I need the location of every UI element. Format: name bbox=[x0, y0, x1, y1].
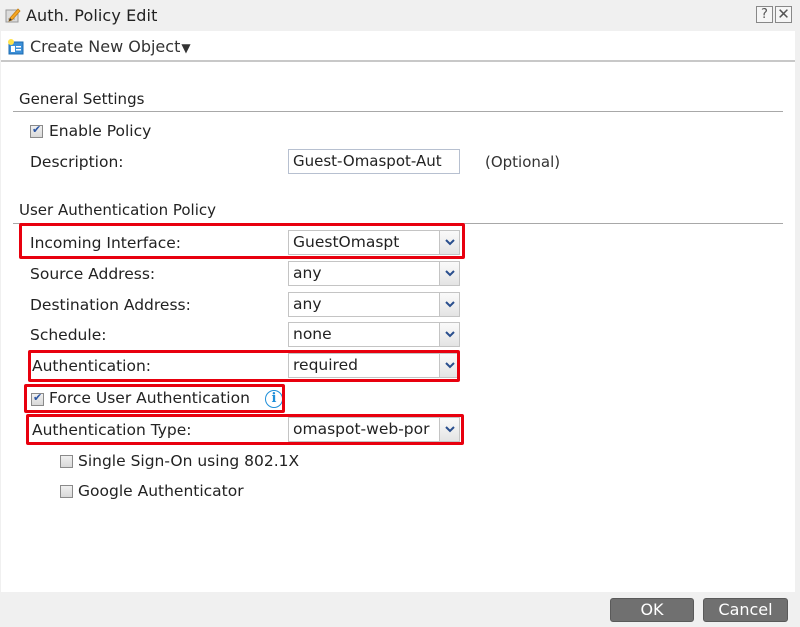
description-label: Description: bbox=[30, 153, 124, 171]
new-object-icon bbox=[7, 38, 24, 55]
incoming-interface-value: GuestOmaspt bbox=[293, 233, 400, 251]
title-bar: Auth. Policy Edit ? ✕ bbox=[0, 0, 800, 31]
create-new-object-menu[interactable]: Create New Object▼ bbox=[30, 37, 191, 56]
section-divider bbox=[13, 111, 783, 112]
source-address-label: Source Address: bbox=[30, 265, 156, 283]
dropdown-arrow-icon: ▼ bbox=[181, 41, 191, 55]
schedule-select[interactable]: none bbox=[288, 322, 460, 347]
dialog-content: Create New Object▼ General Settings Enab… bbox=[1, 31, 795, 592]
source-address-select[interactable]: any bbox=[288, 261, 460, 286]
section-divider bbox=[13, 223, 783, 224]
enable-policy-label: Enable Policy bbox=[49, 122, 152, 140]
chevron-down-icon bbox=[439, 262, 459, 285]
sso-8021x-label: Single Sign-On using 802.1X bbox=[78, 452, 300, 470]
destination-address-value: any bbox=[293, 295, 322, 313]
description-input[interactable]: Guest-Omaspot-Aut bbox=[288, 149, 460, 174]
chevron-down-icon bbox=[439, 323, 459, 346]
destination-address-label: Destination Address: bbox=[30, 296, 191, 314]
auth-type-select[interactable]: omaspot-web-por bbox=[288, 417, 460, 442]
google-authenticator-label: Google Authenticator bbox=[78, 482, 244, 500]
info-icon[interactable]: i bbox=[265, 390, 283, 408]
incoming-interface-label: Incoming Interface: bbox=[30, 234, 182, 252]
ok-button[interactable]: OK bbox=[610, 598, 694, 622]
create-new-object-label: Create New Object bbox=[30, 37, 181, 56]
authentication-label: Authentication: bbox=[32, 357, 152, 375]
auth-type-label: Authentication Type: bbox=[32, 421, 192, 439]
auth-type-value: omaspot-web-por bbox=[293, 420, 430, 438]
help-button[interactable]: ? bbox=[756, 6, 773, 23]
schedule-label: Schedule: bbox=[30, 326, 107, 344]
chevron-down-icon bbox=[439, 418, 459, 441]
description-optional-hint: (Optional) bbox=[485, 153, 561, 171]
toolbar: Create New Object▼ bbox=[1, 31, 795, 62]
general-settings-title: General Settings bbox=[19, 90, 145, 108]
close-button[interactable]: ✕ bbox=[775, 6, 792, 23]
enable-policy-checkbox[interactable] bbox=[30, 123, 43, 138]
authentication-value: required bbox=[293, 356, 358, 374]
window-title: Auth. Policy Edit bbox=[26, 6, 158, 25]
sso-8021x-checkbox[interactable] bbox=[60, 455, 73, 468]
cancel-button[interactable]: Cancel bbox=[703, 598, 788, 622]
chevron-down-icon bbox=[439, 354, 459, 377]
force-user-auth-label: Force User Authentication bbox=[49, 389, 250, 407]
authentication-select[interactable]: required bbox=[288, 353, 460, 378]
source-address-value: any bbox=[293, 264, 322, 282]
destination-address-select[interactable]: any bbox=[288, 292, 460, 317]
force-user-auth-checkbox[interactable] bbox=[31, 391, 44, 406]
edit-pencil-icon bbox=[5, 7, 21, 23]
incoming-interface-select[interactable]: GuestOmaspt bbox=[288, 230, 460, 255]
schedule-value: none bbox=[293, 325, 332, 343]
user-auth-policy-title: User Authentication Policy bbox=[19, 201, 216, 219]
google-authenticator-checkbox[interactable] bbox=[60, 485, 73, 498]
chevron-down-icon bbox=[439, 293, 459, 316]
chevron-down-icon bbox=[439, 231, 459, 254]
